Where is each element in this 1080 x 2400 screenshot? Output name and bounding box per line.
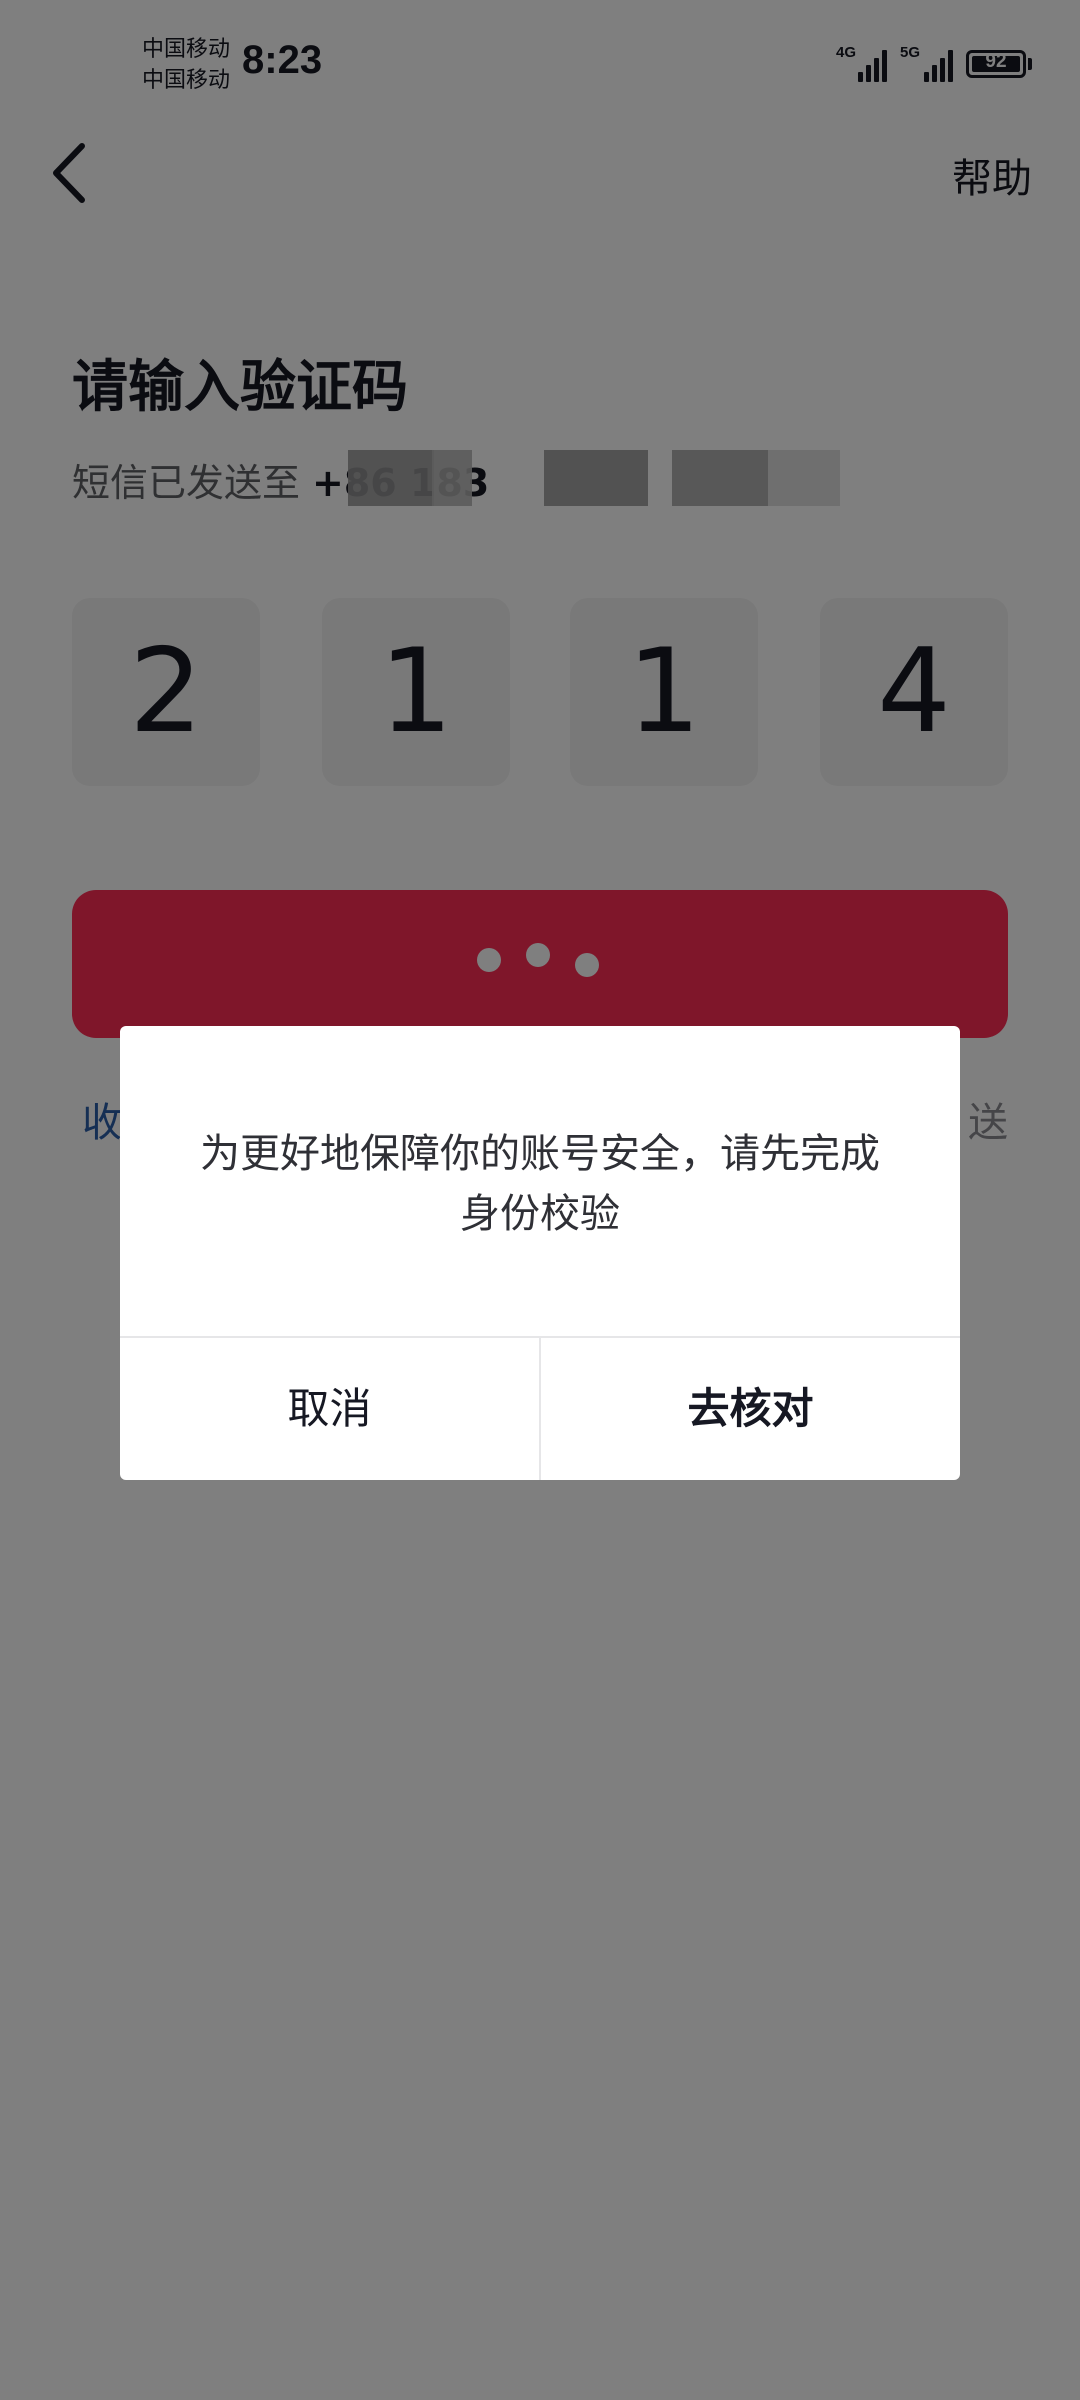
verify-button[interactable]: 去核对: [541, 1338, 960, 1480]
dialog-message: 为更好地保障你的账号安全，请先完成身份校验: [200, 1131, 880, 1237]
cancel-button[interactable]: 取消: [120, 1338, 539, 1480]
verification-dialog: 为更好地保障你的账号安全，请先完成身份校验 取消 去核对: [120, 1026, 960, 1480]
